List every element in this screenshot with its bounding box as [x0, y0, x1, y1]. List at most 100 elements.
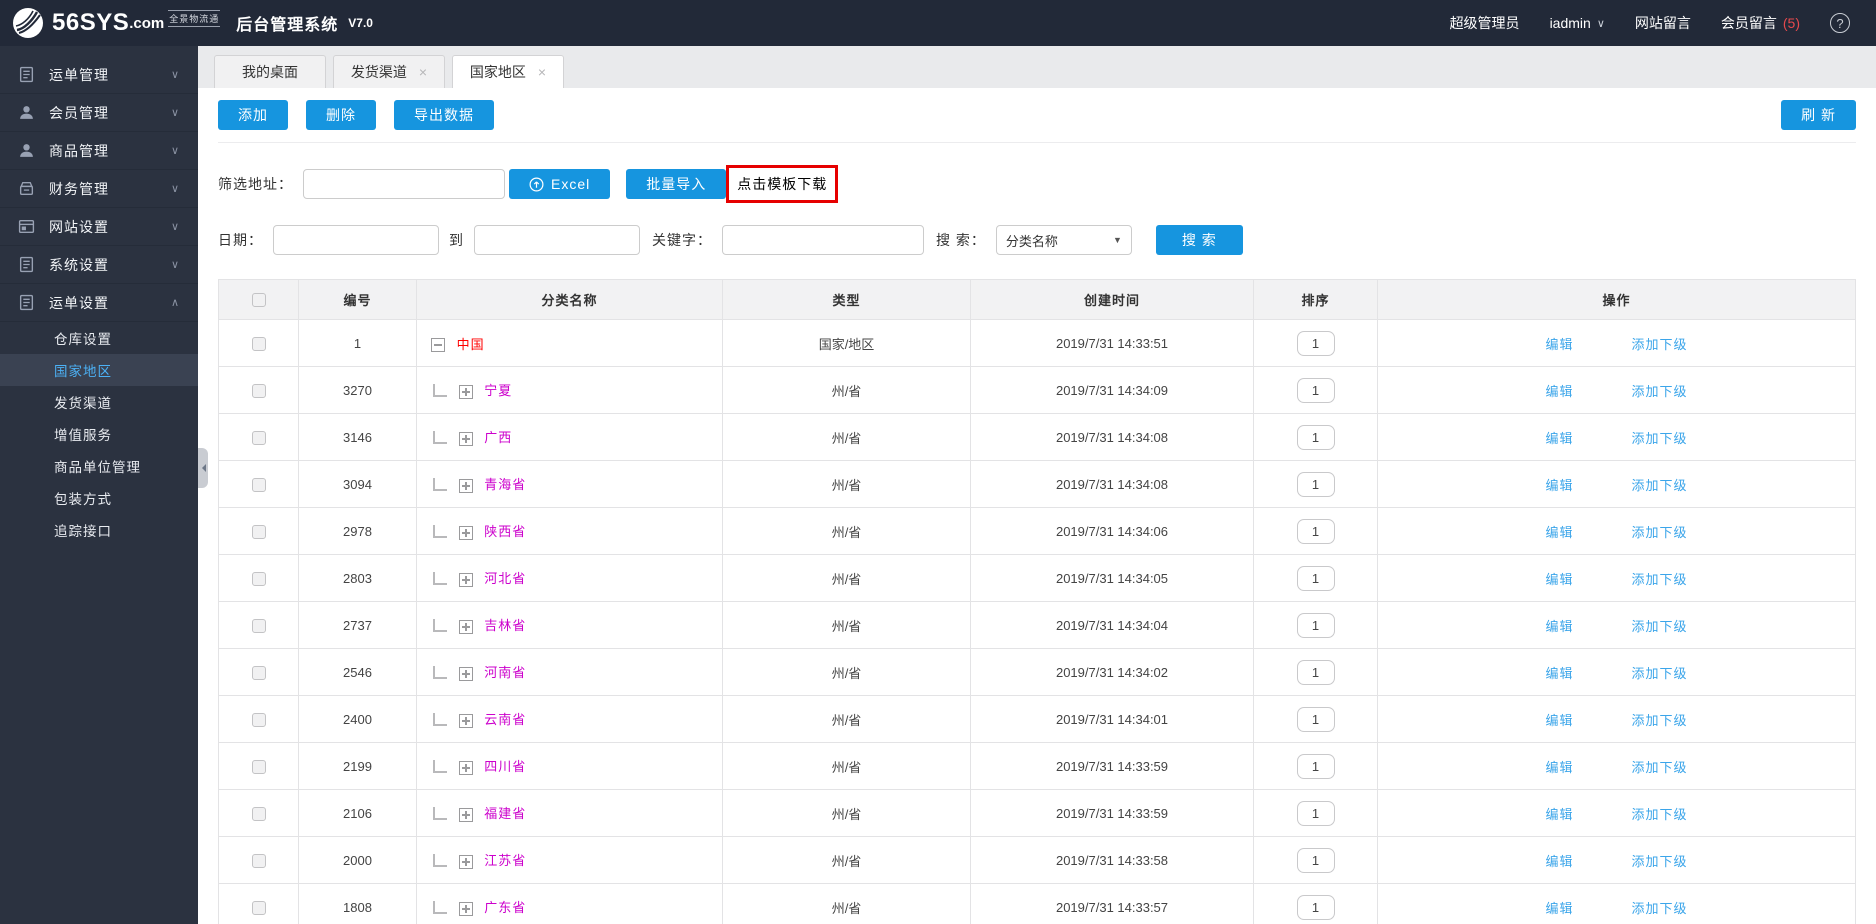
sort-input[interactable]: 1 — [1296, 753, 1335, 779]
edit-link[interactable]: 编辑 — [1545, 619, 1573, 634]
add-child-link[interactable]: 添加下级 — [1632, 760, 1688, 775]
row-checkbox[interactable] — [251, 806, 266, 821]
row-checkbox[interactable] — [251, 336, 266, 351]
row-checkbox[interactable] — [251, 900, 266, 915]
keyword-input[interactable] — [722, 225, 924, 255]
sort-input[interactable]: 1 — [1296, 565, 1335, 591]
sidebar-collapse-handle[interactable] — [198, 448, 208, 488]
edit-link[interactable]: 编辑 — [1545, 807, 1573, 822]
sidebar-subitem-packaging[interactable]: 包装方式 — [0, 482, 198, 514]
row-checkbox[interactable] — [251, 571, 266, 586]
add-child-link[interactable]: 添加下级 — [1632, 525, 1688, 540]
edit-link[interactable]: 编辑 — [1545, 572, 1573, 587]
add-child-link[interactable]: 添加下级 — [1632, 619, 1688, 634]
edit-link[interactable]: 编辑 — [1545, 901, 1573, 916]
add-child-link[interactable]: 添加下级 — [1632, 807, 1688, 822]
region-name-link[interactable]: 四川省 — [484, 759, 526, 774]
sidebar-subitem-product-unit[interactable]: 商品单位管理 — [0, 450, 198, 482]
edit-link[interactable]: 编辑 — [1545, 384, 1573, 399]
sidebar-item-system-settings[interactable]: 系统设置 ∨ — [0, 246, 198, 284]
edit-link[interactable]: 编辑 — [1545, 666, 1573, 681]
close-icon[interactable]: × — [419, 64, 427, 80]
region-name-link[interactable]: 广西 — [484, 430, 512, 445]
sort-input[interactable]: 1 — [1296, 424, 1335, 450]
edit-link[interactable]: 编辑 — [1545, 760, 1573, 775]
sidebar-item-finance-management[interactable]: 财务管理 ∨ — [0, 170, 198, 208]
close-icon[interactable]: × — [538, 64, 546, 80]
region-name-link[interactable]: 河北省 — [484, 571, 526, 586]
sort-input[interactable]: 1 — [1296, 847, 1335, 873]
add-child-link[interactable]: 添加下级 — [1632, 431, 1688, 446]
sidebar-subitem-warehouse-settings[interactable]: 仓库设置 — [0, 322, 198, 354]
tree-expand-icon[interactable] — [458, 525, 473, 540]
tree-expand-icon[interactable] — [458, 854, 473, 869]
sort-input[interactable]: 1 — [1296, 518, 1335, 544]
sort-input[interactable]: 1 — [1296, 800, 1335, 826]
tree-expand-icon[interactable] — [458, 478, 473, 493]
sort-input[interactable]: 1 — [1296, 894, 1335, 920]
member-messages-link[interactable]: 会员留言 (5) — [1721, 13, 1800, 33]
row-checkbox[interactable] — [251, 853, 266, 868]
template-download-link[interactable]: 点击模板下载 — [726, 165, 839, 203]
sort-input[interactable]: 1 — [1296, 471, 1335, 497]
date-from-input[interactable] — [273, 225, 439, 255]
region-name-link[interactable]: 福建省 — [484, 806, 526, 821]
sidebar-item-waybill-settings[interactable]: 运单设置 ∧ — [0, 284, 198, 322]
sidebar-item-product-management[interactable]: 商品管理 ∨ — [0, 132, 198, 170]
tree-expand-icon[interactable] — [458, 713, 473, 728]
sidebar-subitem-tracking-api[interactable]: 追踪接口 — [0, 514, 198, 546]
tree-expand-icon[interactable] — [458, 384, 473, 399]
edit-link[interactable]: 编辑 — [1545, 525, 1573, 540]
sort-input[interactable]: 1 — [1296, 612, 1335, 638]
add-child-link[interactable]: 添加下级 — [1632, 666, 1688, 681]
user-menu[interactable]: iadmin ∨ — [1550, 15, 1605, 31]
sidebar-subitem-value-added-service[interactable]: 增值服务 — [0, 418, 198, 450]
sidebar-subitem-shipping-channel[interactable]: 发货渠道 — [0, 386, 198, 418]
region-name-link[interactable]: 宁夏 — [484, 383, 512, 398]
tree-expand-icon[interactable] — [458, 807, 473, 822]
row-checkbox[interactable] — [251, 712, 266, 727]
row-checkbox[interactable] — [251, 383, 266, 398]
region-name-link[interactable]: 中国 — [457, 337, 485, 352]
row-checkbox[interactable] — [251, 524, 266, 539]
sort-input[interactable]: 1 — [1296, 706, 1335, 732]
row-checkbox[interactable] — [251, 618, 266, 633]
tab-shipping-channel[interactable]: 发货渠道 × — [333, 55, 445, 88]
select-all-checkbox[interactable] — [251, 293, 266, 308]
region-name-link[interactable]: 江苏省 — [484, 853, 526, 868]
region-name-link[interactable]: 青海省 — [484, 477, 526, 492]
tree-expand-icon[interactable] — [458, 431, 473, 446]
add-child-link[interactable]: 添加下级 — [1632, 572, 1688, 587]
edit-link[interactable]: 编辑 — [1545, 854, 1573, 869]
add-child-link[interactable]: 添加下级 — [1632, 478, 1688, 493]
sidebar-subitem-country-region[interactable]: 国家地区 — [0, 354, 198, 386]
sort-input[interactable]: 1 — [1296, 377, 1335, 403]
tree-expand-icon[interactable] — [458, 901, 473, 916]
region-name-link[interactable]: 广东省 — [484, 900, 526, 915]
region-name-link[interactable]: 吉林省 — [484, 618, 526, 633]
edit-link[interactable]: 编辑 — [1545, 431, 1573, 446]
tab-country-region[interactable]: 国家地区 × — [452, 55, 564, 88]
sort-input[interactable]: 1 — [1296, 659, 1335, 685]
sidebar-item-waybill-management[interactable]: 运单管理 ∨ — [0, 56, 198, 94]
sidebar-item-website-settings[interactable]: 网站设置 ∨ — [0, 208, 198, 246]
help-icon[interactable]: ? — [1830, 13, 1850, 33]
search-button[interactable]: 搜 索 — [1155, 225, 1243, 255]
region-name-link[interactable]: 河南省 — [484, 665, 526, 680]
tab-my-desktop[interactable]: 我的桌面 — [214, 55, 326, 88]
tree-expand-icon[interactable] — [458, 619, 473, 634]
region-name-link[interactable]: 云南省 — [484, 712, 526, 727]
tree-expand-icon[interactable] — [458, 572, 473, 587]
add-child-link[interactable]: 添加下级 — [1632, 854, 1688, 869]
date-to-input[interactable] — [474, 225, 640, 255]
tree-collapse-icon[interactable] — [431, 338, 445, 353]
refresh-button[interactable]: 刷 新 — [1781, 100, 1856, 130]
row-checkbox[interactable] — [251, 477, 266, 492]
edit-link[interactable]: 编辑 — [1545, 337, 1573, 352]
tree-expand-icon[interactable] — [458, 666, 473, 681]
search-field-select[interactable]: 分类名称 ▼ — [995, 225, 1132, 255]
site-messages-link[interactable]: 网站留言 — [1635, 13, 1691, 33]
add-child-link[interactable]: 添加下级 — [1632, 713, 1688, 728]
export-data-button[interactable]: 导出数据 — [394, 100, 494, 130]
add-button[interactable]: 添加 — [218, 100, 288, 130]
